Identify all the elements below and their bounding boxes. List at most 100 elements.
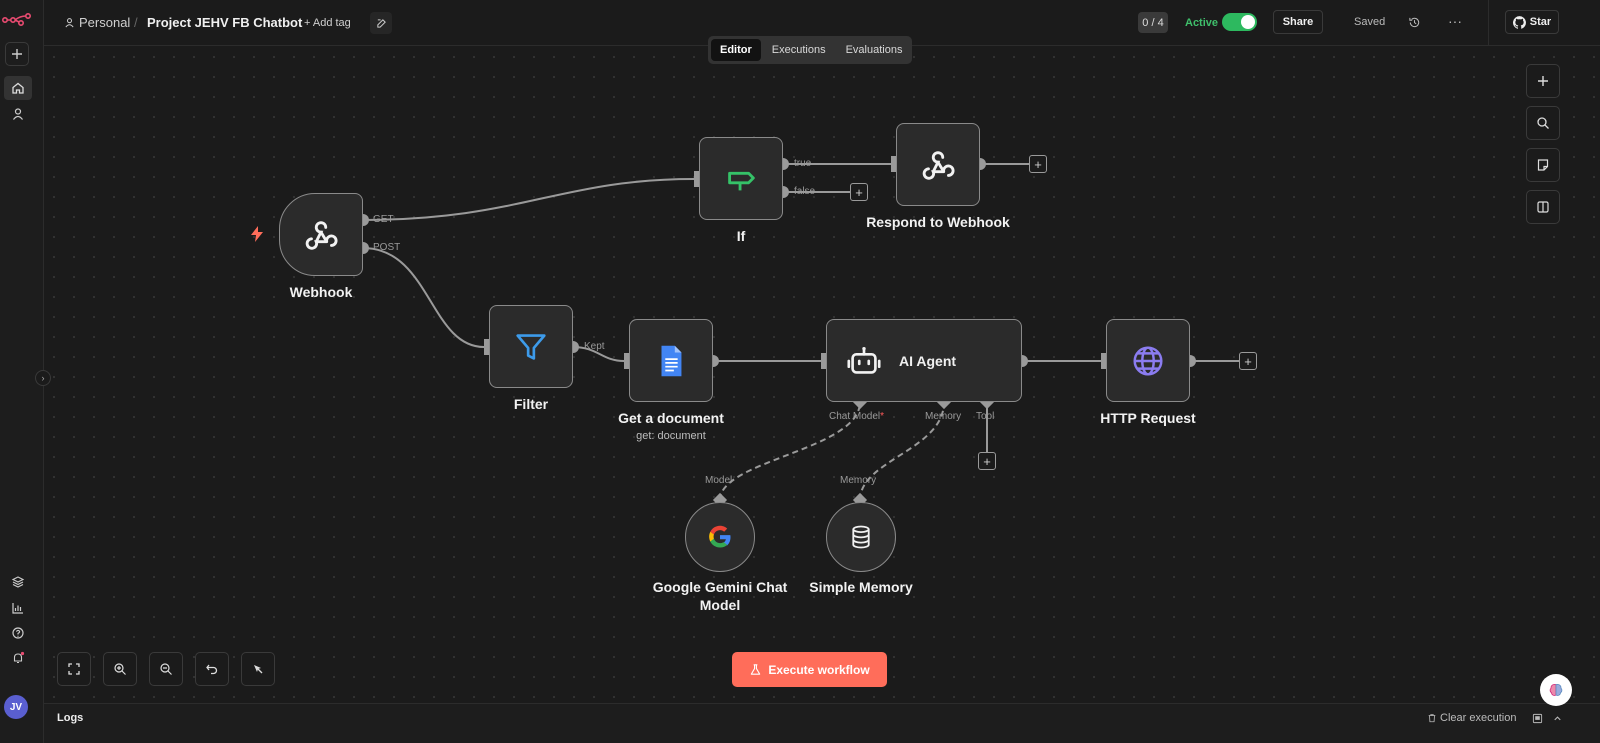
workflow-canvas[interactable] [44, 47, 1600, 703]
logs-panel[interactable]: Logs Clear execution [44, 703, 1600, 743]
plus-icon [12, 49, 22, 59]
required-asterisk: * [880, 411, 885, 422]
header-divider [1488, 0, 1489, 46]
toggle-panel-button[interactable] [1526, 190, 1560, 224]
database-icon [852, 525, 870, 549]
signpost-icon [728, 171, 755, 190]
node-label-filter: Filter [513, 396, 549, 412]
avatar[interactable]: JV [4, 695, 28, 719]
globe-icon [1133, 345, 1163, 376]
plus-icon [1538, 76, 1548, 86]
fit-view-icon [68, 663, 80, 675]
add-node-http-button[interactable]: + [1239, 352, 1257, 370]
sticky-note-icon [1537, 159, 1549, 171]
fit-view-button[interactable] [57, 652, 91, 686]
history-icon [1408, 17, 1419, 27]
robot-icon [847, 346, 881, 374]
zoom-in-icon [114, 663, 126, 675]
zoom-out-button[interactable] [149, 652, 183, 686]
help-nav[interactable] [4, 621, 32, 645]
workflow-name[interactable]: Project JEHV FB Chatbot [147, 15, 302, 30]
port-label-memory: Memory [925, 411, 962, 422]
expand-logs-button[interactable] [1550, 711, 1564, 725]
tab-editor[interactable]: Editor [711, 39, 761, 61]
tab-executions[interactable]: Executions [763, 39, 835, 61]
edit-icon [376, 18, 386, 28]
active-label: Active [1185, 17, 1219, 29]
node-label-webhook: Webhook [289, 284, 353, 300]
node-label-http: HTTP Request [1100, 410, 1196, 426]
ai-assistant-button[interactable] [1540, 674, 1572, 706]
add-button[interactable] [5, 42, 29, 66]
bar-chart-icon [12, 603, 23, 614]
webhook-icon [305, 220, 338, 250]
tab-evaluations[interactable]: Evaluations [837, 39, 912, 61]
active-toggle[interactable] [1222, 13, 1257, 31]
port-label-get: GET [373, 214, 394, 225]
node-label-respond: Respond to Webhook [866, 214, 1010, 230]
sticky-note-button[interactable] [1526, 148, 1560, 182]
webhook-icon [922, 150, 955, 180]
node-respond-to-webhook[interactable] [896, 123, 980, 206]
zoom-in-button[interactable] [103, 652, 137, 686]
saved-status: Saved [1354, 16, 1386, 28]
panel-icon [1537, 201, 1549, 213]
wand-cursor-icon [254, 665, 263, 674]
add-node-panel-button[interactable] [1526, 64, 1560, 98]
node-simple-memory[interactable] [826, 502, 896, 572]
port-label-tool: Tool [976, 411, 995, 422]
bell-icon [13, 651, 25, 664]
google-g-icon [709, 525, 731, 548]
view-tabs: Editor Executions Evaluations [708, 36, 912, 64]
port-label-chat-model-text: Chat Model [829, 411, 881, 422]
eval-counter-badge: 0 / 4 [1138, 12, 1168, 33]
clean-up-button[interactable] [241, 652, 275, 686]
sidebar-collapse-button[interactable]: › [35, 370, 51, 386]
node-ai-agent[interactable]: AI Agent [826, 319, 1022, 402]
funnel-icon [516, 333, 546, 360]
port-label-false: false [794, 186, 816, 197]
notifications-nav[interactable] [4, 646, 32, 670]
insights-nav[interactable] [4, 596, 32, 620]
node-get-a-document[interactable] [629, 319, 713, 402]
n8n-logo[interactable] [2, 12, 32, 26]
search-nodes-button[interactable] [1526, 106, 1560, 140]
add-node-respond-button[interactable]: + [1029, 155, 1047, 173]
node-label-gdoc: Get a document [618, 410, 724, 426]
templates-nav[interactable] [4, 570, 32, 594]
node-webhook[interactable] [279, 193, 363, 276]
github-star-button[interactable]: Star [1505, 10, 1559, 34]
personal-nav[interactable] [4, 102, 32, 126]
node-filter[interactable] [489, 305, 573, 388]
trash-icon [1428, 714, 1436, 723]
share-button[interactable]: Share [1273, 10, 1323, 34]
add-tag-button[interactable]: + Add tag [304, 17, 351, 29]
port-label-memory-out: Memory [840, 475, 877, 486]
add-node-if-false-button[interactable]: + [850, 183, 868, 201]
history-button[interactable] [1405, 13, 1423, 31]
node-google-gemini-chat-model[interactable] [685, 502, 755, 572]
undo-button[interactable] [195, 652, 229, 686]
star-label: Star [1529, 16, 1552, 28]
port-label-kept: Kept [584, 341, 605, 352]
breadcrumb-workspace[interactable]: Personal [64, 15, 130, 30]
home-icon [12, 82, 24, 94]
flask-icon [751, 664, 761, 675]
add-tool-button[interactable]: + [978, 452, 996, 470]
node-if[interactable] [699, 137, 783, 220]
app: JV › Personal / Project JEHV FB Chatbot … [0, 0, 1600, 743]
execute-workflow-button[interactable]: Execute workflow [732, 652, 887, 687]
user-icon [65, 18, 74, 28]
more-options-button[interactable]: ··· [1446, 12, 1464, 30]
trigger-bolt-icon [251, 226, 263, 242]
popout-logs-button[interactable] [1530, 711, 1544, 725]
clear-execution-button[interactable]: Clear execution [1427, 712, 1516, 724]
port-label-true: true [794, 158, 812, 169]
node-http-request[interactable] [1106, 319, 1190, 402]
github-icon [1512, 15, 1526, 29]
edit-description-button[interactable] [370, 12, 392, 34]
home-nav[interactable] [4, 76, 32, 100]
help-icon [12, 627, 24, 639]
layers-icon [11, 576, 25, 588]
google-docs-icon [661, 345, 682, 376]
